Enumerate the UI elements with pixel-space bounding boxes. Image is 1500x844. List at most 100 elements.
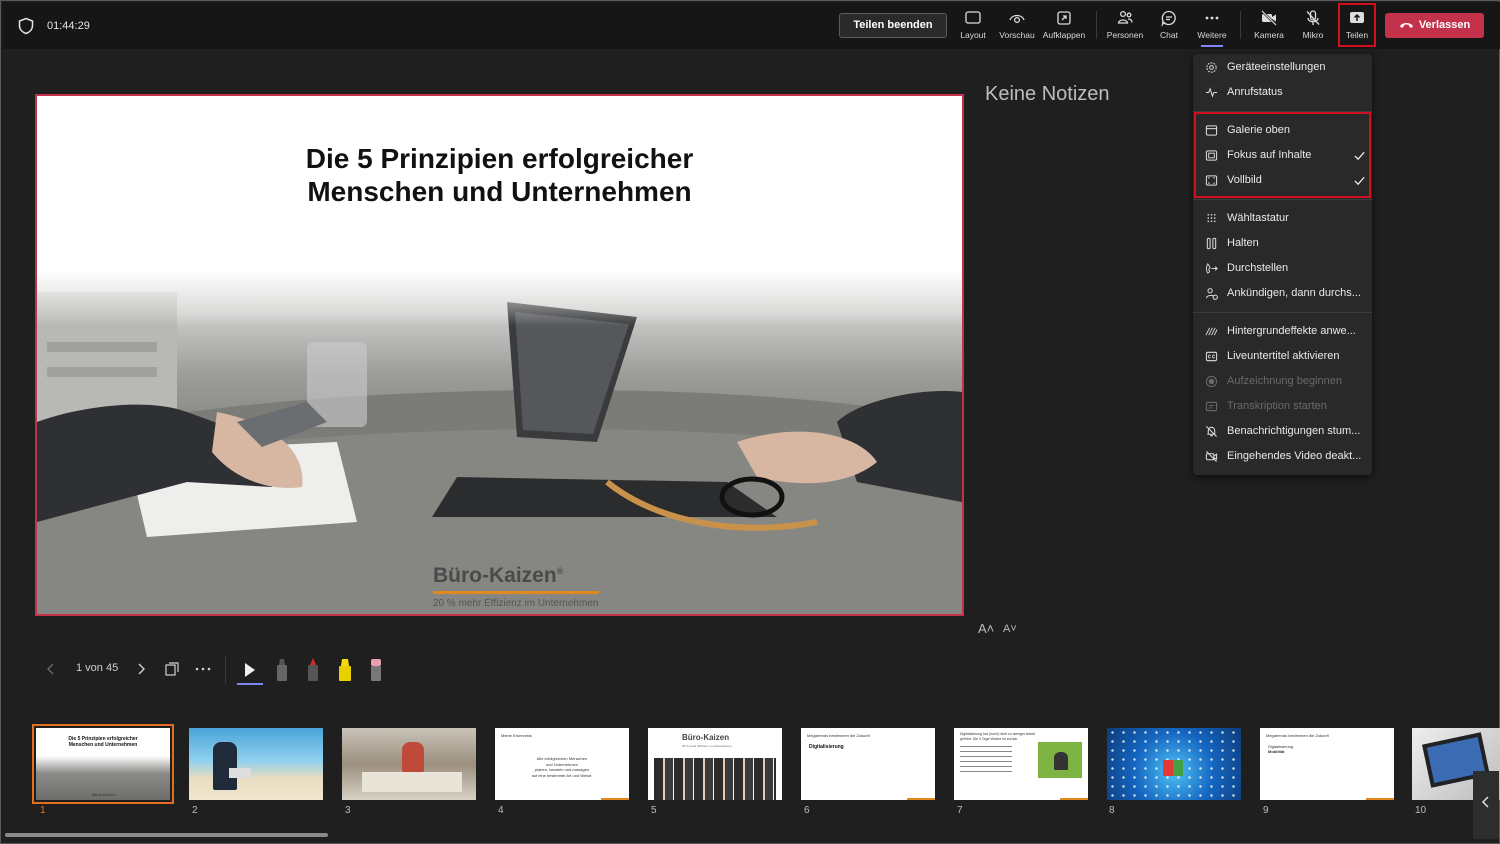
- thumb-7-person: [1054, 752, 1068, 770]
- eraser-icon[interactable]: [369, 657, 383, 683]
- slide-thumbnail-3[interactable]: [342, 728, 476, 800]
- pen-gray-icon[interactable]: [275, 657, 289, 683]
- chat-button[interactable]: Chat: [1153, 9, 1185, 45]
- dialpad-icon: [1207, 213, 1216, 223]
- slide-thumbnail-6[interactable]: Megatrends bestimmen die Zukunft Digital…: [801, 728, 935, 800]
- slide-number-4: 4: [498, 805, 504, 816]
- menu-item-consult-transfer[interactable]: Ankündigen, dann durchs...: [1193, 281, 1372, 306]
- thumb-2-beach-photo: [189, 728, 323, 800]
- more-active-indicator: [1201, 45, 1223, 47]
- slide-fade: [37, 246, 962, 326]
- laser-pointer-icon[interactable]: [241, 661, 259, 679]
- menu-item-label: Benachrichtigungen stum...: [1227, 425, 1361, 437]
- toolbar-divider: [1240, 11, 1241, 39]
- menu-item-label: Transkription starten: [1227, 400, 1327, 412]
- shield-icon: [18, 17, 34, 35]
- menu-item-label: Ankündigen, dann durchs...: [1227, 287, 1361, 299]
- menu-item-dialpad[interactable]: Wähltastatur: [1193, 206, 1372, 231]
- slide-number-1: 1: [40, 805, 46, 816]
- mic-off-icon: [1306, 10, 1320, 25]
- video-off-icon: [1205, 451, 1218, 462]
- more-button[interactable]: Weitere: [1195, 9, 1229, 45]
- font-decrease-button[interactable]: A˅: [1003, 623, 1017, 635]
- menu-item-hold[interactable]: Halten: [1193, 231, 1372, 256]
- share-highlight-box: [1338, 3, 1376, 47]
- menu-item-live-captions[interactable]: Liveuntertitel aktivieren: [1193, 344, 1372, 369]
- grid-view-icon[interactable]: [164, 661, 180, 677]
- expand-icon: [1057, 11, 1071, 25]
- people-label: Personen: [1106, 30, 1144, 40]
- record-icon: [1205, 375, 1218, 388]
- camera-button[interactable]: Kamera: [1251, 9, 1287, 45]
- slide-thumbnail-9[interactable]: Megatrends bestimmen die Zukunft Digital…: [1260, 728, 1394, 800]
- thumb-6-heading: Megatrends bestimmen die Zukunft: [807, 733, 870, 738]
- menu-item-background-effects[interactable]: Hintergrundeffekte anwe...: [1193, 319, 1372, 344]
- pulse-icon: [1205, 87, 1218, 98]
- pointer-active-indicator: [237, 683, 263, 685]
- meeting-timer: 01:44:29: [47, 20, 90, 32]
- thumb-7-heading-2: geführt. Die 4 Tage Woche ist zurück: [960, 736, 1018, 741]
- thumb-8-windows-logo: [1163, 760, 1183, 776]
- teams-window: 01:44:29 Teilen beenden Layout Vorschau …: [0, 0, 1500, 844]
- menu-divider: [1193, 312, 1372, 313]
- menu-item-transfer[interactable]: Durchstellen: [1193, 256, 1372, 281]
- thumb-3-desk: [362, 772, 462, 792]
- thumb-9-orange-bar: [1366, 798, 1394, 800]
- slide-thumbnail-1[interactable]: Die 5 Prinzipien erfolgreicher Menschen …: [32, 724, 174, 804]
- thumbnail-scrollbar[interactable]: [5, 833, 328, 837]
- consult-icon: [1205, 288, 1218, 300]
- thumb-5-logo: Büro-Kaizen: [682, 733, 730, 742]
- layout-label: Layout: [960, 30, 986, 40]
- transfer-icon: [1205, 263, 1218, 274]
- thumb-7-text-block: [960, 746, 1012, 776]
- captions-icon: [1205, 351, 1218, 362]
- menu-item-call-health[interactable]: Anrufstatus: [1193, 80, 1372, 105]
- menu-item-start-transcription: Transkription starten: [1193, 394, 1372, 419]
- menu-item-turn-off-incoming-video[interactable]: Eingehendes Video deakt...: [1193, 444, 1372, 469]
- thumb-4-heading: Meine Erkenntnis: [501, 733, 532, 738]
- pause-icon: [1206, 237, 1217, 250]
- menu-item-mute-notifications[interactable]: Benachrichtigungen stum...: [1193, 419, 1372, 444]
- layout-button[interactable]: Layout: [957, 9, 989, 45]
- thumb-2-laptop: [229, 768, 251, 778]
- slide-number-10: 10: [1415, 805, 1427, 816]
- chat-icon: [1161, 10, 1176, 27]
- previous-slide-icon[interactable]: [46, 662, 56, 676]
- preview-button[interactable]: Vorschau: [997, 9, 1037, 45]
- pen-red-icon[interactable]: [306, 657, 320, 683]
- expand-button[interactable]: Aufklappen: [1041, 9, 1087, 45]
- next-slide-icon[interactable]: [136, 662, 146, 676]
- menu-item-device-settings[interactable]: Geräteeinstellungen: [1193, 55, 1372, 80]
- slide-thumbnail-4[interactable]: Meine Erkenntnis Alle erfolgreichen Mens…: [495, 728, 629, 800]
- leave-button[interactable]: Verlassen: [1385, 13, 1484, 38]
- slide-thumbnail-strip: Die 5 Prinzipien erfolgreicher Menschen …: [2, 719, 1500, 844]
- thumb-7-heading-1: Digitalisierung hat (noch) nicht zu weni…: [960, 732, 1035, 736]
- logo-name: Büro-Kaizen: [433, 564, 557, 587]
- menu-item-label: Halten: [1227, 237, 1259, 249]
- more-options-icon[interactable]: [195, 666, 211, 672]
- people-button[interactable]: Personen: [1105, 9, 1145, 45]
- thumb-4-line-4: auf eine bestimmte Art und Weise.: [531, 772, 593, 778]
- presentation-slide[interactable]: Die 5 Prinzipien erfolgreicher Menschen …: [35, 94, 964, 616]
- leave-label: Verlassen: [1418, 19, 1471, 31]
- slide-thumbnail-5[interactable]: Büro-Kaizen 20 % mehr Effizienz im Unter…: [648, 728, 782, 800]
- slide-number-8: 8: [1109, 805, 1115, 816]
- thumb-2-person: [213, 742, 237, 790]
- expand-label: Aufklappen: [1042, 30, 1086, 40]
- thumbnail-scroll-right-button[interactable]: [1473, 771, 1499, 839]
- slide-thumbnail-8[interactable]: [1107, 728, 1241, 800]
- phone-hangup-icon: [1399, 23, 1413, 28]
- logo-tagline: 20 % mehr Effizienz im Unternehmen: [433, 598, 599, 609]
- slide-number-7: 7: [957, 805, 963, 816]
- slide-thumbnail-7[interactable]: Digitalisierung hat (noch) nicht zu weni…: [954, 728, 1088, 800]
- people-icon: [1117, 10, 1133, 24]
- thumb-6-body: Digitalisierung: [809, 744, 844, 750]
- font-increase-button[interactable]: A˄: [978, 621, 994, 636]
- slide-thumbnail-2[interactable]: [189, 728, 323, 800]
- highlighter-icon[interactable]: [337, 657, 353, 683]
- bell-mute-icon: [1206, 426, 1217, 437]
- speaker-notes: Keine Notizen: [985, 83, 1110, 105]
- mic-button[interactable]: Mikro: [1297, 9, 1329, 45]
- stop-sharing-button[interactable]: Teilen beenden: [839, 13, 947, 38]
- thumb-5-team-photo: [654, 758, 776, 800]
